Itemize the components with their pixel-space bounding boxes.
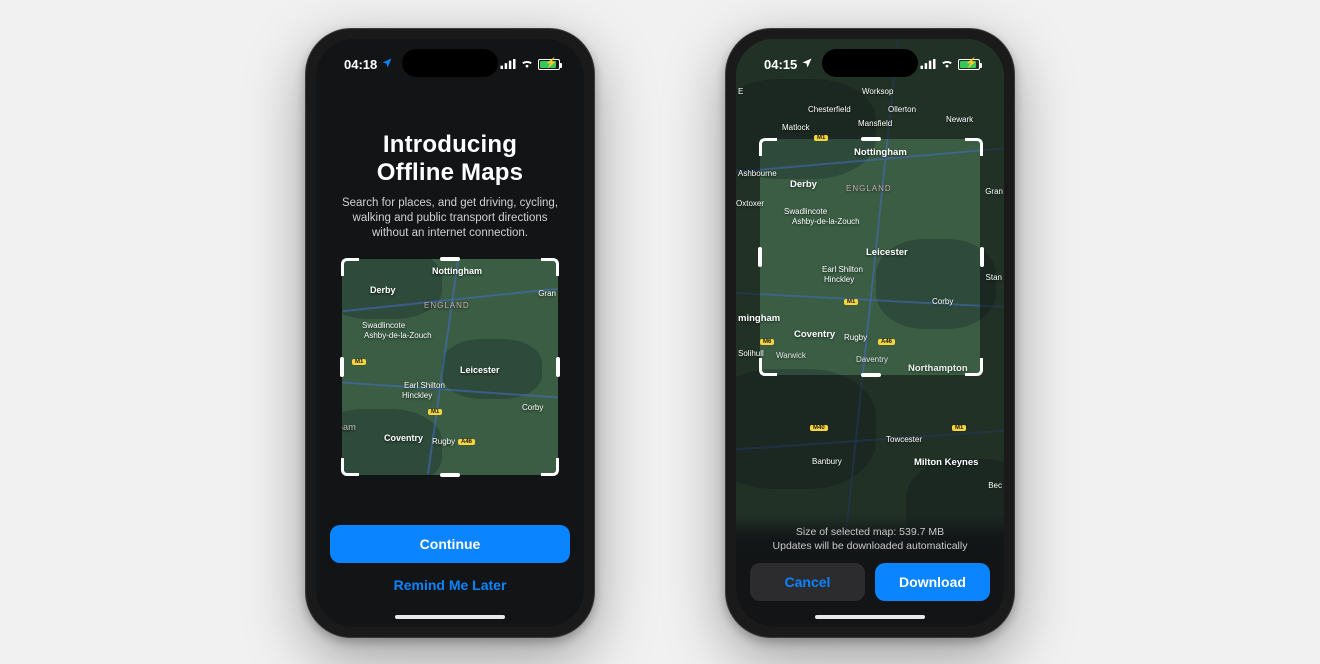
map-place-swadlincote: Swadlincote: [362, 321, 405, 330]
map-place-rugby: Rugby: [432, 437, 455, 446]
map-place-bec: Bec: [988, 481, 1002, 490]
map-place-leicester: Leicester: [460, 365, 500, 375]
map-place-warwick: Warwick: [776, 351, 806, 360]
road-shield-m1c: M1: [952, 425, 966, 431]
map-place-coventry2: Coventry: [794, 329, 835, 340]
map-place-ashby: Ashby-de-la-Zouch: [364, 331, 432, 340]
map-region2: ENGLAND: [846, 184, 892, 193]
intro-title-line1: Introducing: [383, 131, 517, 158]
intro-description: Search for places, and get driving, cycl…: [335, 196, 565, 241]
phone-left: 04:18 ⚡ Introducing Offline Maps Sear: [305, 28, 595, 638]
map-place-gran: Gran: [538, 289, 556, 298]
road-shield-a46: A46: [458, 439, 475, 445]
map-preview: Derby Nottingham ENGLAND Swadlincote Ash…: [342, 259, 558, 475]
map-place-banbury: Banbury: [812, 457, 842, 466]
phone-right: 04:15 ⚡: [725, 28, 1015, 638]
intro-title: Introducing Offline Maps: [377, 131, 523, 186]
continue-button[interactable]: Continue: [330, 525, 570, 563]
location-icon: [381, 57, 393, 72]
cta-area: Continue Remind Me Later: [330, 525, 570, 601]
dynamic-island: [822, 49, 918, 77]
cellular-icon: [500, 57, 516, 72]
remind-later-button[interactable]: Remind Me Later: [330, 569, 570, 601]
road-shield-p2c: M6: [760, 339, 774, 345]
screen-left: 04:18 ⚡ Introducing Offline Maps Sear: [316, 39, 584, 627]
corner-handle-tr[interactable]: [965, 138, 983, 156]
home-indicator[interactable]: [395, 615, 505, 619]
map-region: ENGLAND: [424, 301, 470, 310]
map-place-matlock: Matlock: [782, 123, 810, 132]
battery-icon: ⚡: [538, 59, 560, 70]
map-place-earlshilton: Earl Shilton: [404, 381, 445, 390]
wifi-icon: [520, 57, 534, 72]
intro-panel: Introducing Offline Maps Search for plac…: [316, 97, 584, 627]
download-button[interactable]: Download: [875, 563, 990, 601]
intro-title-line2: Offline Maps: [377, 159, 523, 186]
road-shield-p2d: A46: [878, 339, 895, 345]
map-place-chesterfield: Chesterfield: [808, 105, 851, 114]
map-place-derby2: Derby: [790, 179, 817, 190]
dynamic-island: [402, 49, 498, 77]
cancel-button[interactable]: Cancel: [750, 563, 865, 601]
map-place-northampton: Northampton: [908, 363, 968, 374]
map-place-corby2: Corby: [932, 297, 953, 306]
status-time: 04:15: [764, 57, 797, 72]
map-place-corby: Corby: [522, 403, 543, 412]
cellular-icon: [920, 57, 936, 72]
location-icon: [801, 57, 813, 72]
map-place-hinckley: Hinckley: [402, 391, 432, 400]
map-place-ollerton: Ollerton: [888, 105, 916, 114]
status-right: ⚡: [500, 57, 560, 72]
map-place-mingham: mingham: [738, 313, 780, 324]
map-place-mansfield: Mansfield: [858, 119, 892, 128]
status-left: 04:18: [344, 57, 393, 72]
screen-right: 04:15 ⚡: [736, 39, 1004, 627]
map-place-nottingham: Nottingham: [432, 266, 482, 276]
map-place-swadlincote2: Swadlincote: [784, 207, 827, 216]
wifi-icon: [940, 57, 954, 72]
home-indicator[interactable]: [815, 615, 925, 619]
road-shield-p2b: M1: [844, 299, 858, 305]
status-left: 04:15: [764, 57, 813, 72]
map-place-derby: Derby: [370, 285, 396, 295]
updates-text: Updates will be downloaded automatically: [750, 539, 990, 553]
battery-icon: ⚡: [958, 59, 980, 70]
map-place-hinckley2: Hinckley: [824, 275, 854, 284]
map-place-gham: gham: [342, 422, 356, 432]
road-shield-m1b: M1: [428, 409, 442, 415]
road-shield-p2a: M1: [814, 135, 828, 141]
map-place-coventry: Coventry: [384, 433, 423, 443]
map-place-earlshilton2: Earl Shilton: [822, 265, 863, 274]
status-right: ⚡: [920, 57, 980, 72]
size-text: Size of selected map: 539.7 MB: [750, 525, 990, 539]
corner-handle-tl[interactable]: [759, 138, 777, 156]
map-place-towcester: Towcester: [886, 435, 922, 444]
map-place-rugby2: Rugby: [844, 333, 867, 342]
map-place-stan: Stan: [986, 273, 1002, 282]
map-place-miltonkeynes: Milton Keynes: [914, 457, 978, 468]
map-place-daventry: Daventry: [856, 355, 888, 364]
map-place-ashby2: Ashby-de-la-Zouch: [792, 217, 860, 226]
button-row: Cancel Download: [750, 563, 990, 601]
road-shield-m40: M40: [810, 425, 828, 431]
map-place-gran2: Gran: [985, 187, 1003, 196]
map-canvas: Derby Nottingham ENGLAND Swadlincote Ash…: [342, 259, 558, 475]
footer-panel: Size of selected map: 539.7 MB Updates w…: [736, 515, 1004, 627]
corner-handle-bl[interactable]: [759, 358, 777, 376]
map-place-newark: Newark: [946, 115, 973, 124]
map-place-leicester2: Leicester: [866, 247, 908, 258]
status-time: 04:18: [344, 57, 377, 72]
road-shield-m1a: M1: [352, 359, 366, 365]
map-place-nottingham2: Nottingham: [854, 147, 907, 158]
